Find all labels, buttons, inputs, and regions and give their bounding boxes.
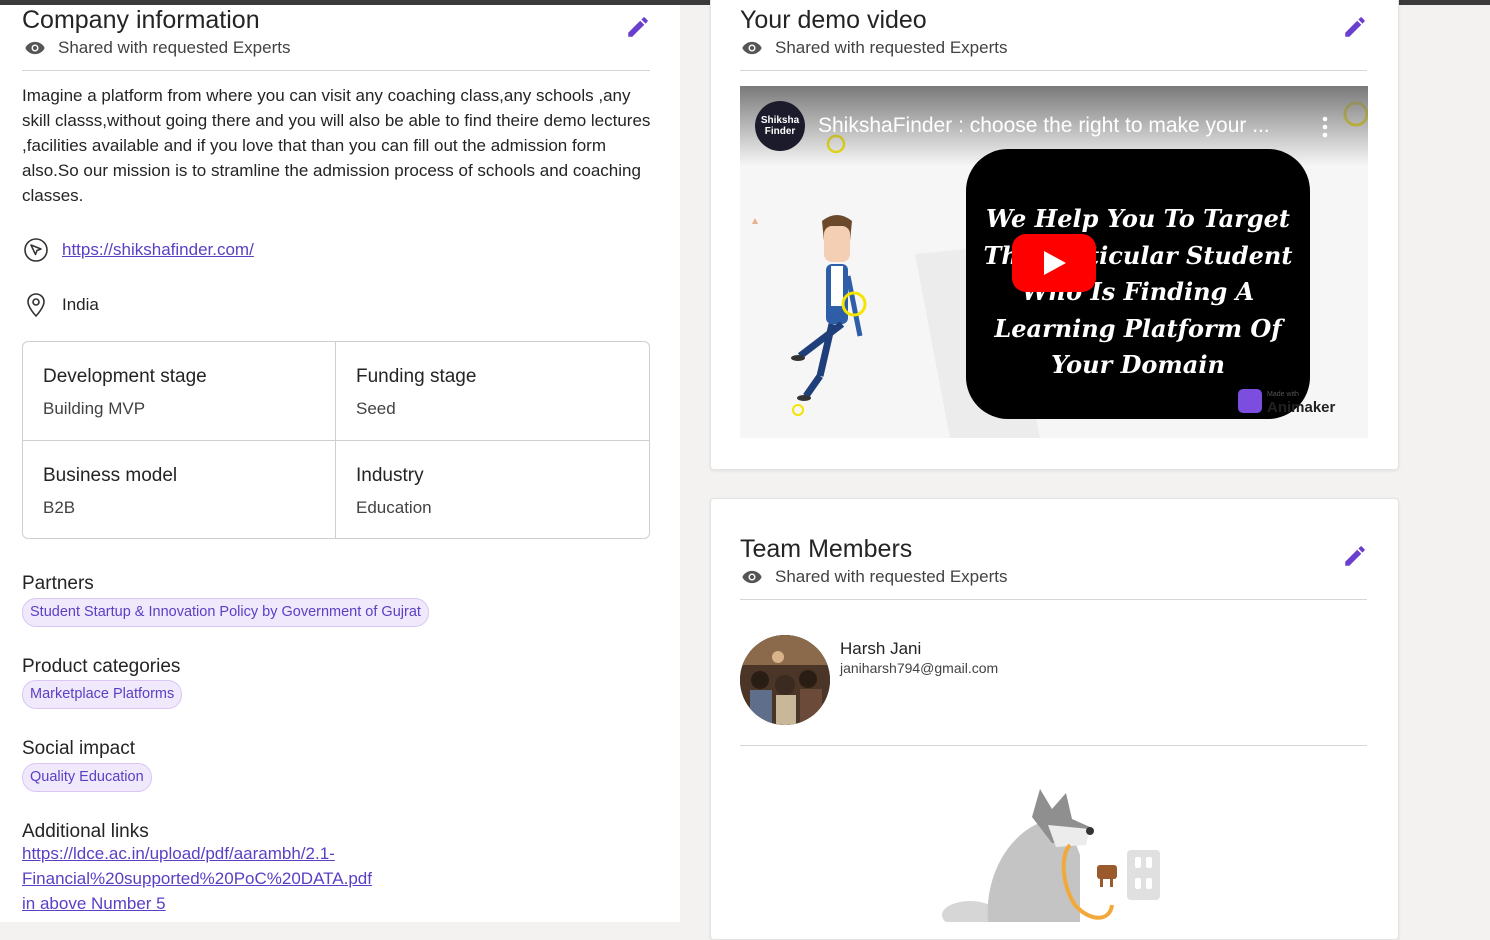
member-name: Harsh Jani <box>840 639 922 658</box>
development-stage-label: Development stage <box>43 366 207 387</box>
divider <box>740 599 1367 600</box>
shared-label: Shared with requested Experts <box>775 38 1008 57</box>
thumbnail-text: We Help You To Target The Particular Stu… <box>966 201 1310 384</box>
more-vertical-icon[interactable] <box>1322 116 1328 138</box>
thumbnail-line: We Help You To Target <box>985 204 1291 233</box>
grid-divider <box>23 440 649 441</box>
additional-links-heading: Additional links <box>22 821 149 842</box>
shared-label: Shared with requested Experts <box>58 38 291 57</box>
website-icon <box>24 238 48 262</box>
industry-value: Education <box>356 498 432 517</box>
edit-video-button[interactable] <box>1342 14 1368 40</box>
member-email: janiharsh794@gmail.com <box>840 660 999 676</box>
team-members-title: Team Members <box>740 535 913 563</box>
demo-video-title: Your demo video <box>740 6 927 34</box>
additional-link[interactable]: https://ldce.ac.in/upload/pdf/aarambh/2.… <box>22 841 372 866</box>
website-link[interactable]: https://shikshafinder.com/ <box>62 240 254 260</box>
watermark-text: Animaker <box>1267 399 1336 416</box>
shared-label: Shared with requested Experts <box>775 567 1008 586</box>
edit-team-button[interactable] <box>1342 543 1368 569</box>
funding-stage-cell: Funding stage Seed <box>336 342 648 439</box>
video-visibility: Shared with requested Experts <box>741 38 1007 58</box>
company-description: Imagine a platform from where you can vi… <box>22 86 651 205</box>
eye-icon <box>742 570 762 584</box>
video-title[interactable]: ShikshaFinder : choose the right to make… <box>818 114 1270 138</box>
industry-cell: Industry Education <box>336 441 648 538</box>
company-visibility: Shared with requested Experts <box>24 38 290 58</box>
additional-link[interactable]: in above Number 5 <box>22 891 372 916</box>
additional-links: https://ldce.ac.in/upload/pdf/aarambh/2.… <box>22 841 372 916</box>
eye-icon <box>25 41 45 55</box>
development-stage-cell: Development stage Building MVP <box>23 342 335 439</box>
business-model-cell: Business model B2B <box>23 441 335 538</box>
divider <box>22 70 650 71</box>
location-value: India <box>62 295 99 314</box>
play-button[interactable] <box>1012 234 1096 292</box>
thumbnail-line: Learning Platform Of <box>994 313 1282 343</box>
company-details-grid: Development stage Building MVP Funding s… <box>22 341 650 539</box>
thumbnail-line: Your Domain <box>1051 350 1225 379</box>
funding-stage-label: Funding stage <box>356 366 477 387</box>
company-info-title: Company information <box>22 6 260 34</box>
social-impact-chip: Quality Education <box>22 763 152 792</box>
location-pin-icon <box>27 293 45 318</box>
team-visibility: Shared with requested Experts <box>741 567 1007 587</box>
animaker-logo-icon <box>1238 389 1262 413</box>
additional-link[interactable]: Financial%20supported%20PoC%20DATA.pdf <box>22 866 372 891</box>
channel-logo[interactable]: Shiksha Finder <box>755 101 805 151</box>
divider <box>740 70 1367 71</box>
partners-heading: Partners <box>22 573 94 594</box>
website-row: https://shikshafinder.com/ <box>22 236 254 264</box>
development-stage-value: Building MVP <box>43 399 146 418</box>
partner-chip: Student Startup & Innovation Policy by G… <box>22 598 429 627</box>
location-row: India <box>22 291 99 319</box>
eye-icon <box>742 41 762 55</box>
funding-stage-value: Seed <box>356 399 396 418</box>
youtube-video-player[interactable]: Shiksha Finder ShikshaFinder : choose th… <box>740 86 1368 438</box>
product-category-chip: Marketplace Platforms <box>22 680 183 709</box>
business-model-label: Business model <box>43 465 178 486</box>
business-model-value: B2B <box>43 498 76 517</box>
animaker-watermark: Made with Animaker <box>1238 388 1336 416</box>
play-icon <box>1044 251 1066 275</box>
social-impact-heading: Social impact <box>22 738 135 759</box>
dog-plug-illustration <box>942 789 1160 922</box>
edit-company-button[interactable] <box>625 14 651 40</box>
product-categories-heading: Product categories <box>22 656 181 677</box>
divider <box>740 745 1367 746</box>
avatar <box>740 635 830 725</box>
industry-label: Industry <box>356 465 424 486</box>
